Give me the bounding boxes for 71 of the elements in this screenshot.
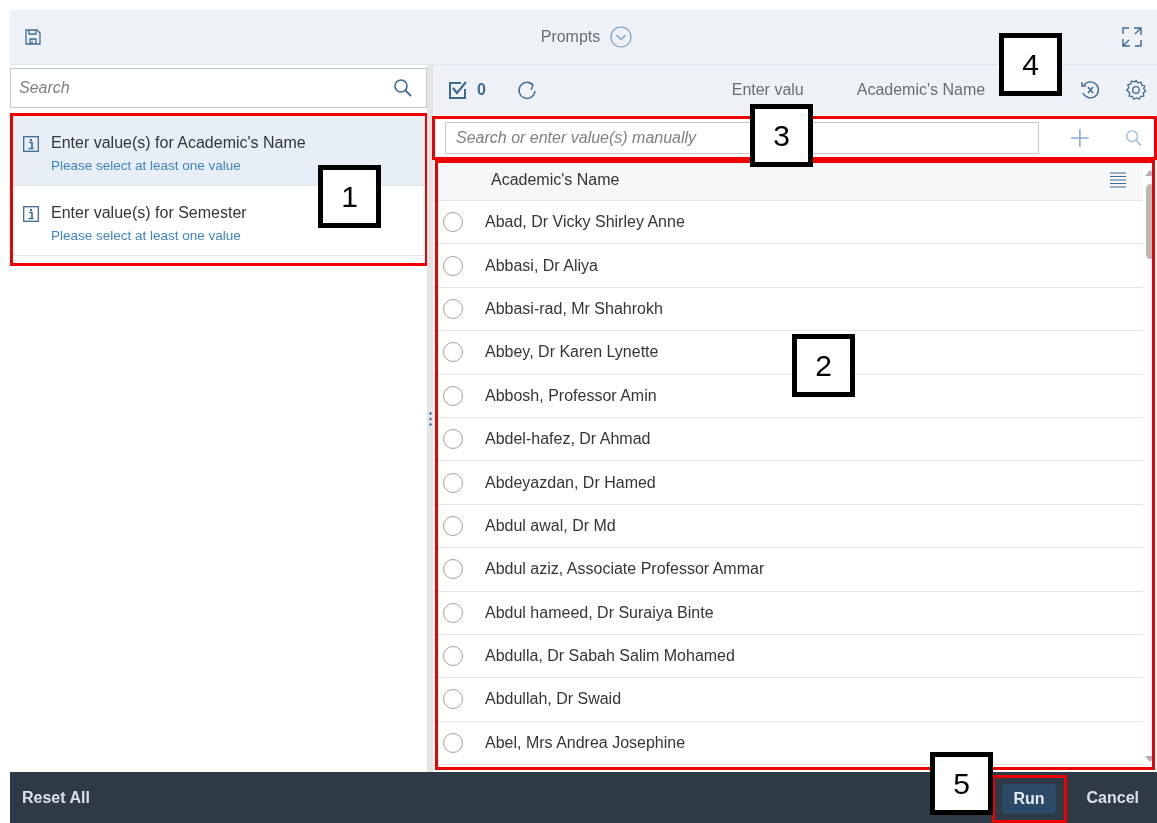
- search-icon[interactable]: [393, 78, 413, 98]
- cancel-button[interactable]: Cancel: [1078, 782, 1147, 813]
- column-title: Academic's Name: [491, 171, 620, 189]
- academic-name: Abdul awal, Dr Md: [485, 516, 616, 535]
- list-row[interactable]: Abdeyazdan, Dr Hamed: [433, 461, 1143, 505]
- radio-button[interactable]: [443, 429, 463, 450]
- save-icon[interactable]: [24, 28, 42, 46]
- academic-name: Abel, Mrs Andrea Josephine: [485, 733, 686, 752]
- list-row[interactable]: Abdulla, Dr Sabah Salim Mohamed: [433, 634, 1143, 679]
- list-row[interactable]: Abad, Dr Vicky Shirley Anne: [433, 201, 1143, 245]
- radio-button[interactable]: [443, 385, 463, 406]
- info-icon: [23, 206, 39, 222]
- list-row[interactable]: Abdel-hafez, Dr Ahmad: [433, 417, 1143, 462]
- window-title: Prompts: [540, 28, 601, 46]
- list-row[interactable]: Abdullah, Dr Swaid: [433, 678, 1143, 722]
- academic-name: Abbasi-rad, Mr Shahrokh: [485, 299, 663, 318]
- radio-button[interactable]: [443, 255, 463, 276]
- academic-name: Abbosh, Professor Amin: [485, 386, 657, 405]
- info-icon: [23, 136, 39, 152]
- scrollbar-thumb[interactable]: [1145, 184, 1155, 259]
- radio-button[interactable]: [443, 212, 463, 233]
- checkbox-check-icon[interactable]: [447, 79, 469, 101]
- number-badge: 1: [318, 165, 381, 228]
- radio-button[interactable]: [443, 732, 463, 753]
- radio-button[interactable]: [443, 689, 463, 710]
- radio-button[interactable]: [443, 602, 463, 623]
- chevron-down-icon[interactable]: [610, 26, 633, 48]
- clear-history-icon[interactable]: [1079, 79, 1101, 101]
- prompt-label: Enter value(s) for Semester: [51, 204, 247, 222]
- number-badge: 4: [999, 33, 1062, 96]
- fullscreen-icon[interactable]: [1121, 26, 1143, 48]
- academic-name: Abdullah, Dr Swaid: [485, 690, 622, 709]
- list-icon[interactable]: [1109, 171, 1127, 189]
- radio-button[interactable]: [443, 515, 463, 536]
- academic-name: Abdulla, Dr Sabah Salim Mohamed: [485, 647, 735, 666]
- radio-button[interactable]: [443, 342, 463, 363]
- academic-name: Abdeyazdan, Dr Hamed: [485, 473, 656, 492]
- list-row[interactable]: Abbasi-rad, Mr Shahrokh: [433, 287, 1143, 332]
- splitter-handle[interactable]: [427, 65, 433, 772]
- prompt-label: Enter value(s) for Academic's Name: [51, 134, 306, 152]
- prompt-hint: Please select at least one value: [51, 228, 242, 243]
- list-row[interactable]: Abbasi, Dr Aliya: [433, 244, 1143, 288]
- prompt-title: Enter valu: [731, 81, 804, 99]
- refresh-icon[interactable]: [515, 79, 538, 101]
- search-field[interactable]: Search: [10, 68, 427, 108]
- plus-icon[interactable]: [1069, 126, 1092, 149]
- radio-button[interactable]: [443, 298, 463, 319]
- academic-name: Abdul hameed, Dr Suraiya Binte: [485, 603, 714, 622]
- selected-count: 0: [477, 81, 486, 99]
- settings-icon[interactable]: [1125, 79, 1147, 101]
- radio-button[interactable]: [443, 646, 463, 667]
- prompt-hint: Please select at least one value: [51, 158, 242, 173]
- academic-name: Abdul aziz, Associate Professor Ammar: [485, 560, 765, 579]
- scroll-down-icon[interactable]: [1145, 756, 1155, 762]
- list-row[interactable]: Abdul awal, Dr Md: [433, 504, 1143, 549]
- academic-name: Abbasi, Dr Aliya: [485, 256, 598, 275]
- number-badge: 2: [792, 334, 855, 397]
- list-row[interactable]: Abdul hameed, Dr Suraiya Binte: [433, 591, 1143, 635]
- grip-icon[interactable]: [428, 411, 432, 426]
- number-badge: 5: [930, 752, 993, 815]
- radio-button[interactable]: [443, 559, 463, 580]
- scroll-up-icon[interactable]: [1145, 170, 1155, 176]
- prompt-item[interactable]: Enter value(s) for Academic's Name Please select at least one value: [13, 116, 425, 186]
- radio-button[interactable]: [443, 472, 463, 493]
- academic-name: Abbey, Dr Karen Lynette: [485, 343, 659, 362]
- academic-name: Abdel-hafez, Dr Ahmad: [485, 430, 651, 449]
- prompt-title: Academic's Name: [856, 81, 986, 99]
- list-row[interactable]: Abdul aziz, Associate Professor Ammar: [433, 548, 1143, 592]
- reset-all-button[interactable]: Reset All: [14, 782, 98, 813]
- number-badge: 3: [750, 104, 813, 167]
- academic-name: Abad, Dr Vicky Shirley Anne: [485, 213, 685, 232]
